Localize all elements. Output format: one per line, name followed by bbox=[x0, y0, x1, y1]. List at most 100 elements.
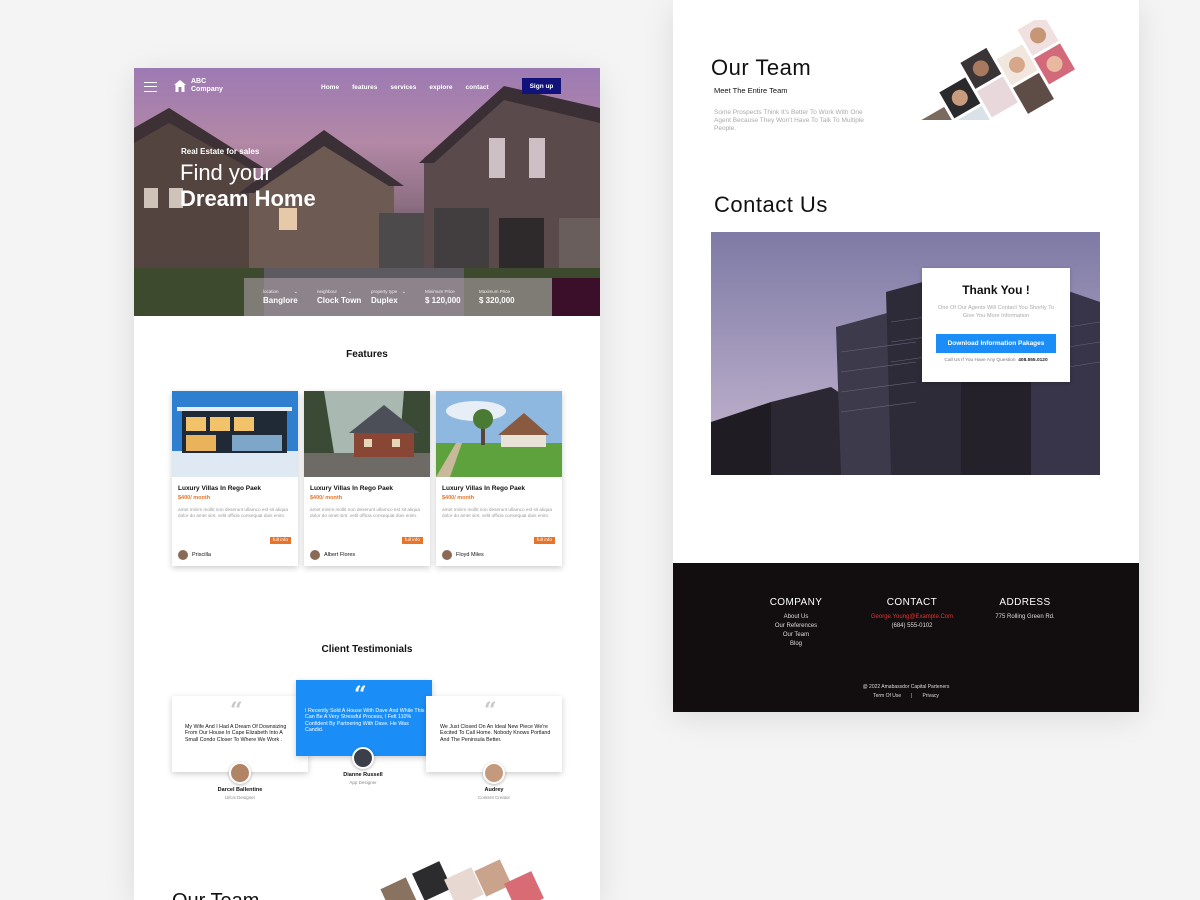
site-footer: COMPANY About Us Our References Our Team… bbox=[673, 563, 1139, 712]
team-title: Our Team bbox=[711, 55, 812, 80]
card-description: amet minim mollit non deserunt ullamco e… bbox=[178, 507, 288, 518]
call-us-number[interactable]: 408.555.0120 bbox=[1018, 358, 1047, 363]
privacy-link[interactable]: Privacy bbox=[922, 693, 938, 699]
testimonial-card: “ I Recently Sold A House With Dave And … bbox=[296, 680, 432, 756]
property-type-select[interactable]: property type Duplex ⌄ bbox=[352, 278, 406, 316]
full-info-button[interactable]: full info bbox=[401, 537, 423, 544]
footer-copyright: @ 2022 Amabassdor Capital Parteners bbox=[862, 684, 950, 690]
footer-heading: ADDRESS bbox=[999, 597, 1051, 608]
footer-link-blog[interactable]: Blog bbox=[758, 640, 834, 649]
hero-subtitle: Real Estate for sales bbox=[181, 147, 260, 156]
testimonial-name: Audrey bbox=[484, 787, 504, 793]
thank-you-description: One Of Our Agents Will Contact You Short… bbox=[937, 305, 1055, 319]
signup-button[interactable]: Sign up bbox=[522, 78, 561, 94]
footer-contact-column: CONTACT George.Young@Example.Com (684) 5… bbox=[862, 597, 962, 631]
footer-link-references[interactable]: Our References bbox=[758, 622, 834, 631]
card-description: amet minim mollit non deserunt ullamco e… bbox=[442, 507, 552, 518]
card-title: Luxury Villas In Rego Paek bbox=[178, 485, 261, 492]
company-logo[interactable]: ABC Company bbox=[173, 78, 223, 94]
logo-line1: ABC bbox=[191, 78, 207, 85]
footer-link-about[interactable]: About Us bbox=[758, 613, 834, 622]
location-select[interactable]: location Banglore ⌄ bbox=[244, 278, 298, 316]
footer-address-column: ADDRESS 775 Rolling Green Rd. bbox=[990, 597, 1060, 622]
feature-cards: Luxury Villas In Rego Paek $400/ month a… bbox=[172, 391, 562, 566]
search-field-label: property type bbox=[371, 289, 398, 294]
team-title: Our Team bbox=[172, 890, 259, 900]
top-navbar: ABC Company Home features services explo… bbox=[134, 78, 600, 100]
avatar bbox=[352, 747, 374, 769]
testimonial-text: We Just Closed On An Ideal New Piece We'… bbox=[440, 724, 551, 743]
search-field-label: location bbox=[263, 289, 279, 294]
testimonial-card: “ My Wife And I Had A Dream Of Downsizin… bbox=[172, 696, 308, 772]
search-button[interactable] bbox=[552, 278, 600, 316]
property-card[interactable]: Luxury Villas In Rego Paek $400/ month a… bbox=[172, 391, 298, 566]
testimonial-name: Dianne Russell bbox=[343, 772, 383, 778]
card-description: amet minim mollit non deserunt ullamco e… bbox=[310, 507, 420, 518]
landing-page-preview: ABC Company Home features services explo… bbox=[134, 68, 600, 900]
call-us-text: Call Us If You Have Any Question bbox=[944, 358, 1016, 363]
hero-title-line1: Find your bbox=[180, 160, 272, 185]
nav-link-contact[interactable]: contact bbox=[466, 84, 489, 91]
contact-page-preview: Our Team Meet The Entire Team Some Prosp… bbox=[673, 0, 1139, 712]
call-us-line: Call Us If You Have Any Question 408.555… bbox=[922, 358, 1070, 363]
search-field-value: $ 120,000 bbox=[425, 296, 461, 305]
property-image bbox=[436, 391, 562, 477]
logo-line2: Company bbox=[191, 86, 223, 93]
search-field-value: $ 320,000 bbox=[479, 296, 515, 305]
quote-icon: “ bbox=[484, 698, 497, 724]
card-author: Floyd Miles bbox=[456, 552, 484, 558]
nav-link-explore[interactable]: explore bbox=[429, 84, 452, 91]
quote-icon: “ bbox=[230, 698, 243, 724]
menu-icon[interactable] bbox=[144, 82, 157, 92]
footer-address: 775 Rolling Green Rd. bbox=[995, 614, 1055, 620]
contact-title: Contact Us bbox=[714, 192, 828, 217]
avatar bbox=[310, 550, 320, 560]
footer-company-column: COMPANY About Us Our References Our Team… bbox=[758, 597, 834, 649]
thank-you-title: Thank You ! bbox=[962, 283, 1030, 297]
min-price-field[interactable]: Minimum Price $ 120,000 bbox=[406, 278, 461, 316]
testimonial-role: App Designer bbox=[349, 780, 377, 785]
card-author: Priscilla bbox=[192, 552, 211, 558]
search-field-label: neighbour bbox=[317, 289, 338, 294]
nav-link-services[interactable]: services bbox=[390, 84, 416, 91]
neighbour-select[interactable]: neighbour Clock Town ⌄ bbox=[298, 278, 361, 316]
quote-icon: “ bbox=[354, 682, 367, 708]
footer-legal-links: Term Of Use | Privacy bbox=[873, 693, 939, 699]
hero-title-line2: Dream Home bbox=[180, 186, 316, 211]
footer-phone[interactable]: (684) 555-0102 bbox=[862, 622, 962, 631]
testimonial-text: My Wife And I Had A Dream Of Downsizing … bbox=[185, 724, 287, 743]
full-info-button[interactable]: full info bbox=[269, 537, 291, 544]
avatar bbox=[229, 762, 251, 784]
team-description: Some Prospects Think It's Better To Work… bbox=[714, 109, 864, 132]
features-title: Features bbox=[346, 349, 388, 360]
footer-email-link[interactable]: George.Young@Example.Com bbox=[862, 613, 962, 622]
testimonial-card: “ We Just Closed On An Ideal New Piece W… bbox=[426, 696, 562, 772]
search-field-label: Maximum Price bbox=[479, 289, 511, 294]
footer-link-team[interactable]: Our Team bbox=[758, 631, 834, 640]
nav-link-home[interactable]: Home bbox=[321, 84, 339, 91]
team-photo-collage bbox=[380, 859, 544, 900]
download-packages-button[interactable]: Download Information Pakages bbox=[936, 334, 1056, 353]
card-title: Luxury Villas In Rego Paek bbox=[442, 485, 525, 492]
nav-link-features[interactable]: features bbox=[352, 84, 377, 91]
property-card[interactable]: Luxury Villas In Rego Paek $400/ month a… bbox=[304, 391, 430, 566]
avatar bbox=[483, 762, 505, 784]
card-price: $400/ month bbox=[178, 495, 211, 501]
testimonial-text: I Recently Sold A House With Dave And Wh… bbox=[305, 708, 425, 733]
max-price-field[interactable]: Maximum Price $ 320,000 bbox=[460, 278, 515, 316]
search-field-value: Duplex bbox=[371, 296, 398, 305]
team-photo-collage bbox=[918, 20, 1076, 120]
full-info-button[interactable]: full info bbox=[533, 537, 555, 544]
card-title: Luxury Villas In Rego Paek bbox=[310, 485, 393, 492]
testimonials-section: “ My Wife And I Had A Dream Of Downsizin… bbox=[172, 680, 562, 805]
card-price: $400/ month bbox=[310, 495, 343, 501]
terms-link[interactable]: Term Of Use bbox=[873, 693, 901, 699]
footer-heading: CONTACT bbox=[886, 597, 938, 608]
search-field-label: Minimum Price bbox=[425, 289, 455, 294]
property-card[interactable]: Luxury Villas In Rego Paek $400/ month a… bbox=[436, 391, 562, 566]
property-search-bar: location Banglore ⌄ neighbour Clock Town… bbox=[244, 278, 600, 316]
avatar bbox=[178, 550, 188, 560]
testimonial-name: Darcel Ballentine bbox=[217, 787, 263, 793]
property-image bbox=[172, 391, 298, 477]
nav-links: Home features services explore contact bbox=[321, 84, 489, 91]
